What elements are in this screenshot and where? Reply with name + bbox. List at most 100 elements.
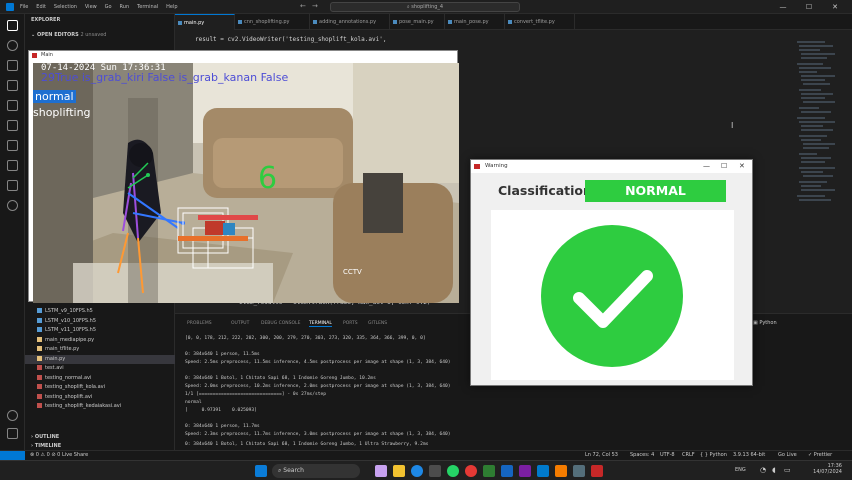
menu-file[interactable]: File [20,0,28,14]
main-video-window[interactable]: Main 07-14-2024 Sun 17:36:31 29True is_g… [28,50,459,303]
status-left[interactable]: ⊗ 0 ⚠ 0 ⊘ 0 Live Share [30,452,88,458]
label-normal: normal [33,90,76,103]
nav-back-icon[interactable]: ← [300,2,306,10]
tab-main-pose[interactable]: main_pose.py [445,14,505,30]
chrome-icon[interactable] [465,465,477,477]
word-icon[interactable] [501,465,513,477]
status-go-live[interactable]: Go Live [778,452,797,458]
taskbar-search-label: Search [283,467,304,474]
app-icon[interactable] [555,465,567,477]
gear-icon[interactable] [7,428,18,439]
close-button[interactable]: ✕ [739,160,745,173]
menu-help[interactable]: Help [166,0,177,14]
tab-pose-main[interactable]: pose_main.py [390,14,445,30]
windows-start-icon[interactable] [255,465,267,477]
terminal-line: Speed: 2.3ms preprocess, 11.7ms inferenc… [185,432,451,437]
account-icon[interactable] [7,410,18,421]
file-item[interactable]: main_mediapipe.py [25,336,175,346]
tab-output[interactable]: OUTPUT [231,321,249,326]
minimize-button[interactable]: — [703,160,710,173]
file-tree: LSTM_v9_10FPS.h5 LSTM_v10_10FPS.h5 LSTM_… [25,307,175,412]
tab-ports[interactable]: PORTS [343,321,358,326]
nav-forward-icon[interactable]: → [312,2,318,10]
tab-problems[interactable]: PROBLEMS [187,321,212,326]
task-view-icon[interactable] [375,465,387,477]
command-center-search[interactable]: ⌕ shoplifting_4 [330,2,520,12]
menu-terminal[interactable]: Terminal [137,0,158,14]
menu-go[interactable]: Go [105,0,112,14]
teams-icon[interactable] [519,465,531,477]
docker-icon[interactable] [7,160,18,171]
menu-view[interactable]: View [85,0,97,14]
video-file-icon [37,374,42,380]
file-item[interactable]: testing_shoplift.avi [25,393,175,403]
excel-icon[interactable] [483,465,495,477]
tab-main-py[interactable]: main.py [175,14,235,30]
app-icon[interactable] [573,465,585,477]
gitlens-icon[interactable] [7,180,18,191]
live-share-icon[interactable] [7,200,18,211]
window-titlebar[interactable]: Main [29,51,457,60]
file-item[interactable]: testing_shoplift_kedaiakasi.avi [25,402,175,412]
extensions-icon[interactable] [7,100,18,111]
file-item[interactable]: main.py [25,354,175,364]
wifi-icon[interactable]: ◔ [760,466,766,474]
explorer-icon[interactable] [7,20,18,31]
minimap[interactable] [795,32,840,312]
file-item[interactable]: testing_normal.avi [25,374,175,384]
python-window-icon[interactable] [591,465,603,477]
warning-window[interactable]: Warning — ☐ ✕ Classification: NORMAL [470,159,753,386]
tab-convert-tflite[interactable]: convert_tflite.py [505,14,575,30]
tab-gitlens[interactable]: GITLENS [368,321,387,326]
menu-edit[interactable]: Edit [36,0,46,14]
open-editors-header[interactable]: ⌄ OPEN EDITORS 2 unsaved [31,32,106,38]
whatsapp-icon[interactable] [447,465,459,477]
close-button[interactable]: ✕ [822,0,848,14]
window-title: Main [41,52,53,58]
tab-cnn-shoplifting[interactable]: cnn_shoplifting.py [235,14,310,30]
run-debug-icon[interactable] [7,80,18,91]
source-control-icon[interactable] [7,60,18,71]
status-prettier[interactable]: ✓ Prettier [808,452,832,458]
file-item[interactable]: main_tflite.py [25,345,175,355]
testing-icon[interactable] [7,140,18,151]
store-icon[interactable] [429,465,441,477]
status-language[interactable]: { } Python [700,452,727,458]
taskbar-search-box[interactable]: ⌕ Search [272,464,360,478]
menu-run[interactable]: Run [120,0,130,14]
file-item[interactable]: LSTM_v9_10FPS.h5 [25,307,175,317]
file-item[interactable]: testing_shoplift_kola.avi [25,383,175,393]
file-item[interactable]: LSTM_v11_10FPS.h5 [25,326,175,336]
maximize-button[interactable]: ☐ [721,160,727,173]
status-encoding[interactable]: UTF-8 [660,452,675,458]
file-explorer-icon[interactable] [393,465,405,477]
timeline-label: TIMELINE [34,443,62,449]
status-indentation[interactable]: Spaces: 4 [630,452,654,458]
file-label: testing_shoplift.avi [45,393,93,400]
terminal-profile[interactable]: ▣ Python [753,320,777,326]
maximize-button[interactable]: ☐ [796,0,822,14]
tab-label: main.py [184,20,205,26]
clock[interactable]: 17:36 14/07/2024 [802,463,842,475]
battery-icon[interactable]: ▭ [784,466,791,474]
file-label: LSTM_v10_10FPS.h5 [45,317,97,324]
file-item[interactable]: test.avi [25,364,175,374]
language-indicator[interactable]: ENG [735,467,746,473]
tab-terminal[interactable]: TERMINAL [309,321,332,327]
menu-selection[interactable]: Selection [54,0,77,14]
video-file-icon [37,384,42,389]
remote-explorer-icon[interactable] [7,120,18,131]
status-cursor-position[interactable]: Ln 72, Col 53 [585,452,618,458]
file-item[interactable]: LSTM_v10_10FPS.h5 [25,317,175,327]
tab-debug-console[interactable]: DEBUG CONSOLE [261,321,300,326]
status-eol[interactable]: CRLF [682,452,695,458]
vscode-taskbar-icon[interactable] [537,465,549,477]
status-interpreter[interactable]: 3.9.13 64-bit [733,452,765,458]
tab-label: adding_annotations.py [319,19,377,25]
edge-icon[interactable] [411,465,423,477]
search-icon[interactable] [7,40,18,51]
tab-adding-annotations[interactable]: adding_annotations.py [310,14,390,30]
minimize-button[interactable]: — [770,0,796,14]
window-titlebar[interactable]: Warning — ☐ ✕ [471,160,752,173]
volume-icon[interactable]: ◖ [772,466,776,474]
